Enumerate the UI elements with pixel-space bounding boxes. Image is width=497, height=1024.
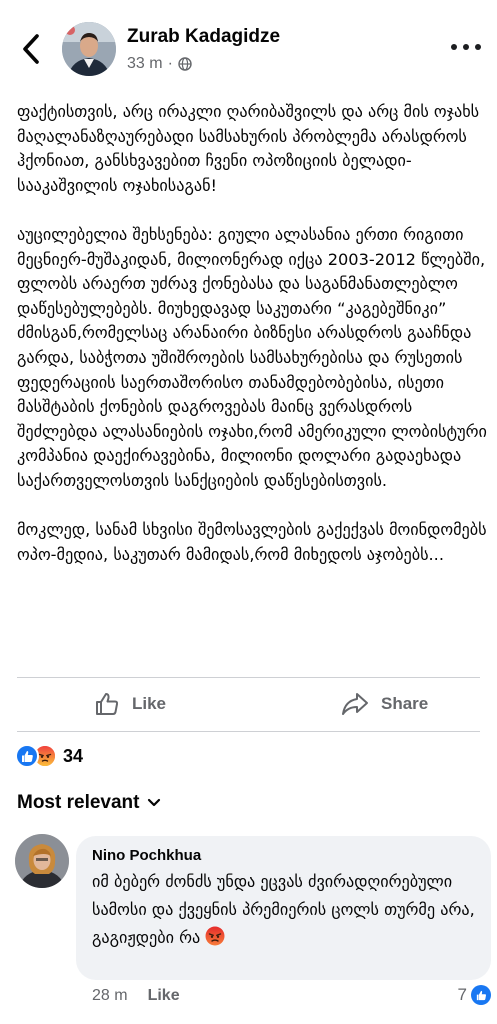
share-label: Share <box>381 694 429 713</box>
meta-separator: · <box>167 55 173 72</box>
post-paragraph: აუცილებელია შეხსენება: გიული ალასანია ერ… <box>17 224 487 490</box>
more-dot-icon <box>451 44 457 50</box>
share-button[interactable]: Share <box>341 684 428 724</box>
like-label: Like <box>132 694 167 713</box>
post-meta: 33 m · <box>127 55 192 73</box>
author-avatar[interactable] <box>62 22 116 76</box>
comment-bubble[interactable]: Nino Pochkhua იმ ბებერ ძონძს უნდა ეცვას … <box>76 836 491 980</box>
comment-reactions[interactable]: 7 <box>458 985 491 1005</box>
reaction-count: 34 <box>63 745 84 766</box>
like-reaction-icon <box>471 985 491 1005</box>
share-arrow-icon <box>342 693 368 715</box>
comment-text-wrap: იმ ბებერ ძონძს უნდა ეცვას ძვირადღირებული… <box>92 868 475 952</box>
post-time[interactable]: 33 m <box>127 55 163 73</box>
author-photo <box>62 22 116 76</box>
more-options-button[interactable] <box>451 42 481 52</box>
post-paragraph: მოკლედ, სანამ სხვისი შემოსავლების გაქექვ… <box>17 520 487 564</box>
globe-icon <box>178 57 192 71</box>
author-name[interactable]: Zurab Kadagidze <box>127 26 280 48</box>
commenter-avatar[interactable] <box>15 834 69 888</box>
angry-emoji-icon <box>205 926 225 946</box>
commenter-name[interactable]: Nino Pochkhua <box>92 847 475 864</box>
divider <box>17 677 480 678</box>
comment-meta: 28 m Like <box>92 987 180 1005</box>
sort-label: Most relevant <box>17 792 140 813</box>
reactions-summary[interactable]: 34 <box>15 744 83 768</box>
more-dot-icon <box>475 44 481 50</box>
like-button[interactable]: Like <box>94 684 166 724</box>
comments-sort-dropdown[interactable]: Most relevant <box>17 792 161 814</box>
more-dot-icon <box>463 44 469 50</box>
comment-reaction-count: 7 <box>457 985 467 1004</box>
comment-time[interactable]: 28 m <box>92 987 128 1005</box>
chevron-left-icon <box>23 34 39 64</box>
comment-text: იმ ბებერ ძონძს უნდა ეცვას ძვირადღირებული… <box>92 872 475 947</box>
back-button[interactable] <box>18 32 46 66</box>
post-header: Zurab Kadagidze 33 m · <box>0 0 497 90</box>
comment-like-button[interactable]: Like <box>148 987 180 1005</box>
post-paragraph: ფაქტისთვის, არც ირაკლი ღარიბაშვილს და არ… <box>17 102 480 195</box>
commenter-photo <box>15 834 69 888</box>
thumbs-up-icon <box>96 693 119 715</box>
post-text: ფაქტისთვის, არც ირაკლი ღარიბაშვილს და არ… <box>17 100 487 592</box>
chevron-down-icon <box>148 798 161 807</box>
like-reaction-icon <box>15 744 39 768</box>
divider <box>17 731 480 732</box>
